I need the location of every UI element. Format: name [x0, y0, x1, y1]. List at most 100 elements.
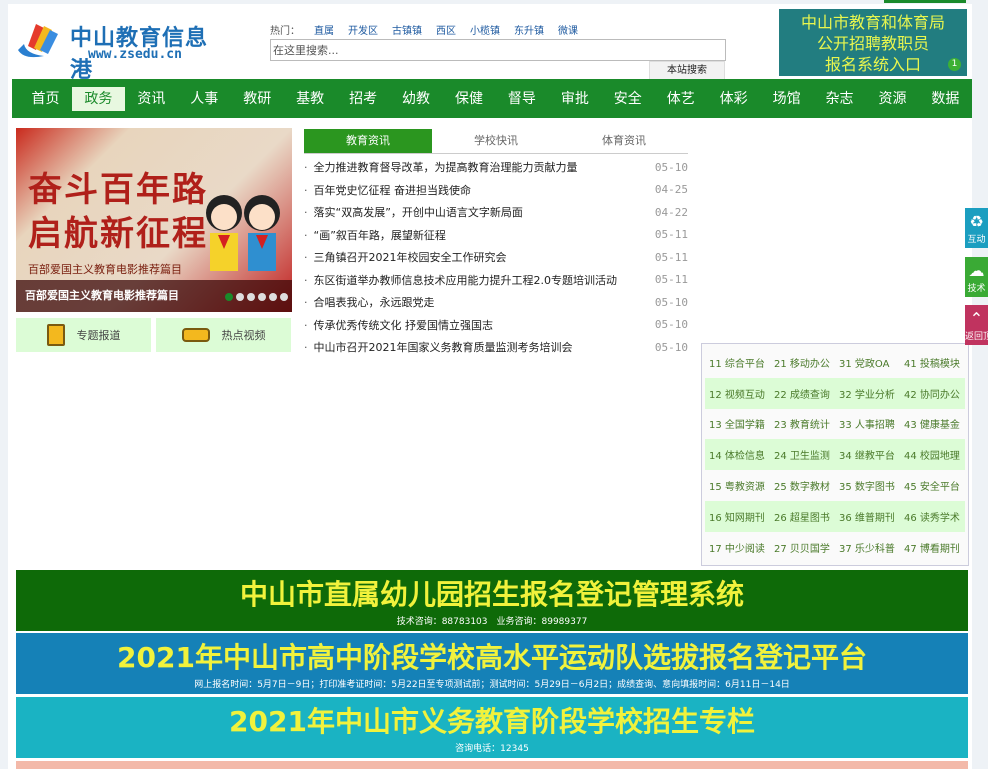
service-link[interactable]: 12 视频互动	[705, 386, 770, 401]
hot-link[interactable]: 直属	[314, 22, 334, 37]
service-link[interactable]: 43 健康基金	[900, 416, 965, 431]
nav-item[interactable]: 资源	[866, 87, 919, 111]
nav-item[interactable]: 体艺	[654, 87, 707, 111]
news-item[interactable]: 传承优秀传统文化 抒爱国情立强国志 05-10	[304, 314, 689, 337]
grid-row: 16 知网期刊 26 超星图书 36 维普期刊 46 读秀学术	[705, 500, 965, 532]
slide-dot[interactable]	[280, 293, 288, 301]
news-item[interactable]: 合唱表我心，永远跟党走 05-10	[304, 291, 689, 314]
nav-item[interactable]: 教研	[231, 87, 284, 111]
slide-dot[interactable]	[247, 293, 255, 301]
service-link[interactable]: 23 教育统计	[770, 416, 835, 431]
recruit-line: 报名系统入口	[824, 55, 921, 74]
news-title[interactable]: 百年党史忆征程 奋进担当践使命	[304, 182, 472, 198]
interact-button[interactable]: ♻ 互动	[965, 208, 988, 248]
tab-sports-news[interactable]: 体育资讯	[560, 129, 688, 153]
promo-banner[interactable]: 中山市直属幼儿园招生报名登记管理系统 技术咨询：88783103 业务咨询：899…	[16, 570, 968, 631]
nav-item[interactable]: 场馆	[760, 87, 813, 111]
hot-link[interactable]: 微课	[558, 22, 578, 37]
news-item[interactable]: 全力推进教育督导改革，为提高教育治理能力贡献力量 05-10	[304, 156, 689, 179]
news-item[interactable]: 百年党史忆征程 奋进担当践使命 04-25	[304, 179, 689, 202]
service-link[interactable]: 17 中少阅读	[705, 540, 770, 555]
news-item[interactable]: “画”叙百年路，展望新征程 05-11	[304, 224, 689, 247]
service-link[interactable]: 13 全国学籍	[705, 416, 770, 431]
service-link[interactable]: 32 学业分析	[835, 386, 900, 401]
main-nav: 首页 政务 资讯 人事 教研 基教 招考 幼教 保健 督导 审批 安全 体艺 体彩 场馆 杂志 资源 数据	[12, 79, 972, 118]
hot-link[interactable]: 古镇镇	[392, 22, 422, 37]
service-link[interactable]: 47 博看期刊	[900, 540, 965, 555]
tab-education-news[interactable]: 教育资讯	[304, 129, 432, 153]
slide-dot[interactable]	[225, 293, 233, 301]
news-title[interactable]: 落实“双高发展”，开创中山语言文字新局面	[304, 204, 523, 220]
nav-item[interactable]: 人事	[178, 87, 231, 111]
nav-item[interactable]: 安全	[601, 87, 654, 111]
news-item[interactable]: 东区街道举办教师信息技术应用能力提升工程2.0专题培训活动 05-11	[304, 269, 689, 292]
back-to-top-button[interactable]: ⌃ 返回顶部	[965, 305, 988, 345]
promo-banner[interactable]: 2021年中山市高中阶段学校高水平运动队选拔报名登记平台 网上报名时间：5月7日－…	[16, 633, 968, 694]
kids-illustration	[206, 195, 280, 271]
side-label: 互动	[967, 235, 986, 245]
slide-dot[interactable]	[269, 293, 277, 301]
service-link[interactable]: 27 贝贝国学	[770, 540, 835, 555]
service-link[interactable]: 25 数字教材	[770, 478, 835, 493]
site-logo[interactable]: 中山教育信息港 www.zsedu.cn	[14, 18, 214, 83]
tab-school-news[interactable]: 学校快讯	[432, 129, 560, 153]
service-link[interactable]: 36 维普期刊	[835, 509, 900, 524]
news-item[interactable]: 落实“双高发展”，开创中山语言文字新局面 04-22	[304, 201, 689, 224]
service-link[interactable]: 11 综合平台	[705, 355, 770, 370]
service-link[interactable]: 44 校园地理	[900, 447, 965, 462]
news-title[interactable]: 中山市召开2021年国家义务教育质量监测考务培训会	[304, 339, 573, 355]
nav-item[interactable]: 招考	[337, 87, 390, 111]
hot-link[interactable]: 小榄镇	[470, 22, 500, 37]
service-link[interactable]: 41 投稿模块	[900, 355, 965, 370]
news-title[interactable]: 全力推进教育督导改革，为提高教育治理能力贡献力量	[304, 159, 578, 175]
service-link[interactable]: 21 移动办公	[770, 355, 835, 370]
slide-dot[interactable]	[258, 293, 266, 301]
search-button[interactable]: 本站搜索	[649, 61, 725, 80]
slide-dot[interactable]	[236, 293, 244, 301]
nav-item[interactable]: 基教	[284, 87, 337, 111]
search-input[interactable]: 在这里搜索...	[270, 39, 726, 61]
service-link[interactable]: 22 成绩查询	[770, 386, 835, 401]
service-link[interactable]: 15 粤教资源	[705, 478, 770, 493]
tech-button[interactable]: ☁ 技术	[965, 257, 988, 297]
nav-item[interactable]: 幼教	[390, 87, 443, 111]
promo-banner-partial[interactable]	[16, 761, 968, 769]
news-title[interactable]: 合唱表我心，永远跟党走	[304, 294, 435, 310]
nav-item[interactable]: 杂志	[813, 87, 866, 111]
service-link[interactable]: 16 知网期刊	[705, 509, 770, 524]
service-link[interactable]: 37 乐少科普	[835, 540, 900, 555]
nav-item[interactable]: 政务	[71, 86, 125, 111]
special-report-label: 专题报道	[76, 329, 121, 342]
hot-video-button[interactable]: 热点视频	[156, 318, 291, 352]
nav-item[interactable]: 资讯	[125, 87, 178, 111]
news-title[interactable]: 传承优秀传统文化 抒爱国情立强国志	[304, 317, 494, 333]
hot-link[interactable]: 东升镇	[514, 22, 544, 37]
news-item[interactable]: 三角镇召开2021年校园安全工作研究会 05-11	[304, 246, 689, 269]
news-item[interactable]: 中山市召开2021年国家义务教育质量监测考务培训会 05-10	[304, 336, 689, 359]
nav-item[interactable]: 首页	[19, 87, 72, 111]
service-link[interactable]: 24 卫生监测	[770, 447, 835, 462]
service-link[interactable]: 42 协同办公	[900, 386, 965, 401]
hot-link[interactable]: 开发区	[348, 22, 378, 37]
service-link[interactable]: 31 党政OA	[835, 355, 900, 370]
service-link[interactable]: 26 超星图书	[770, 509, 835, 524]
service-link[interactable]: 34 继教平台	[835, 447, 900, 462]
news-title[interactable]: 东区街道举办教师信息技术应用能力提升工程2.0专题培训活动	[304, 272, 618, 288]
service-link[interactable]: 14 体检信息	[705, 447, 770, 462]
slideshow[interactable]: 奋斗百年路 启航新征程 百部爱国主义教育电影推荐篇目 百部爱国主义教育电影推荐篇目	[16, 128, 292, 312]
service-link[interactable]: 45 安全平台	[900, 478, 965, 493]
special-report-button[interactable]: 专题报道	[16, 318, 151, 352]
nav-item[interactable]: 数据	[919, 87, 972, 111]
service-link[interactable]: 35 数字图书	[835, 478, 900, 493]
hot-link[interactable]: 西区	[436, 22, 456, 37]
promo-banner[interactable]: 2021年中山市义务教育阶段学校招生专栏 咨询电话：12345	[16, 697, 968, 758]
nav-item[interactable]: 督导	[495, 87, 548, 111]
service-link[interactable]: 33 人事招聘	[835, 416, 900, 431]
recruit-banner[interactable]: 中山市教育和体育局 公开招聘教职员 报名系统入口 1	[779, 9, 967, 76]
news-title[interactable]: 三角镇召开2021年校园安全工作研究会	[304, 249, 507, 265]
service-link[interactable]: 46 读秀学术	[900, 509, 965, 524]
nav-item[interactable]: 审批	[548, 87, 601, 111]
nav-item[interactable]: 体彩	[707, 87, 760, 111]
nav-item[interactable]: 保健	[443, 87, 496, 111]
news-title[interactable]: “画”叙百年路，展望新征程	[304, 227, 446, 243]
